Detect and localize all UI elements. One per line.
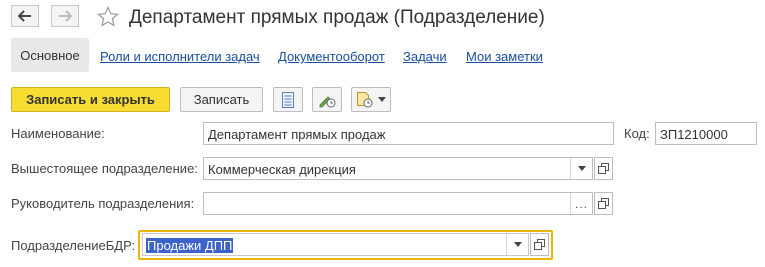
department-head-open-button[interactable] [594,192,613,215]
pencil-clock-icon [319,95,336,107]
open-window-icon [598,198,609,209]
parent-open-button[interactable] [594,157,613,180]
list-report-button[interactable] [273,87,303,112]
department-head-select-button[interactable]: ... [570,193,592,214]
open-window-icon [534,239,545,250]
chevron-down-icon [378,97,386,102]
bdr-department-field[interactable]: Продажи ДПП [142,233,529,256]
bdr-open-button[interactable] [530,233,549,256]
parent-department-field[interactable]: Коммерческая дирекция [203,157,593,180]
department-head-field[interactable]: ... [203,192,593,215]
save-button[interactable]: Записать [180,87,263,112]
department-head-label: Руководитель подразделения: [11,196,195,211]
save-and-close-button[interactable]: Записать и закрыть [11,87,170,112]
tab-main[interactable]: Основное [11,38,89,72]
list-document-icon [282,91,294,108]
favorite-star-button[interactable] [97,6,119,31]
ellipsis-icon: ... [574,196,588,211]
edit-note-button[interactable] [312,87,342,112]
tab-document-flow[interactable]: Документооборот [278,49,385,64]
name-label: Наименование: [11,126,105,141]
bdr-dropdown-button[interactable] [506,234,528,255]
parent-department-label: Вышестоящее подразделение: [11,161,198,176]
parent-department-value: Коммерческая дирекция [208,162,356,177]
arrow-right-icon [59,10,72,22]
forward-button[interactable] [51,5,79,27]
star-icon [97,6,119,27]
name-value: Департамент прямых продаж [208,127,386,142]
parent-dropdown-button[interactable] [570,158,592,179]
open-window-icon [598,163,609,174]
tab-my-notes[interactable]: Мои заметки [466,49,543,64]
code-label: Код: [624,126,650,141]
tab-tasks[interactable]: Задачи [403,49,447,64]
attachments-dropdown-button[interactable] [351,87,391,112]
back-button[interactable] [11,5,39,27]
document-clock-icon [357,91,373,107]
arrow-left-icon [18,10,31,22]
page-title: Департамент прямых продаж (Подразделение… [129,7,545,28]
name-field[interactable]: Департамент прямых продаж [203,122,614,145]
code-field[interactable]: ЗП1210000 [655,122,757,145]
tab-roles[interactable]: Роли и исполнители задач [100,49,260,64]
bdr-department-value: Продажи ДПП [146,238,234,253]
bdr-department-label: ПодразделениеБДР: [11,238,136,253]
code-value: ЗП1210000 [660,127,728,142]
chevron-down-icon [577,166,586,171]
chevron-down-icon [513,242,522,247]
